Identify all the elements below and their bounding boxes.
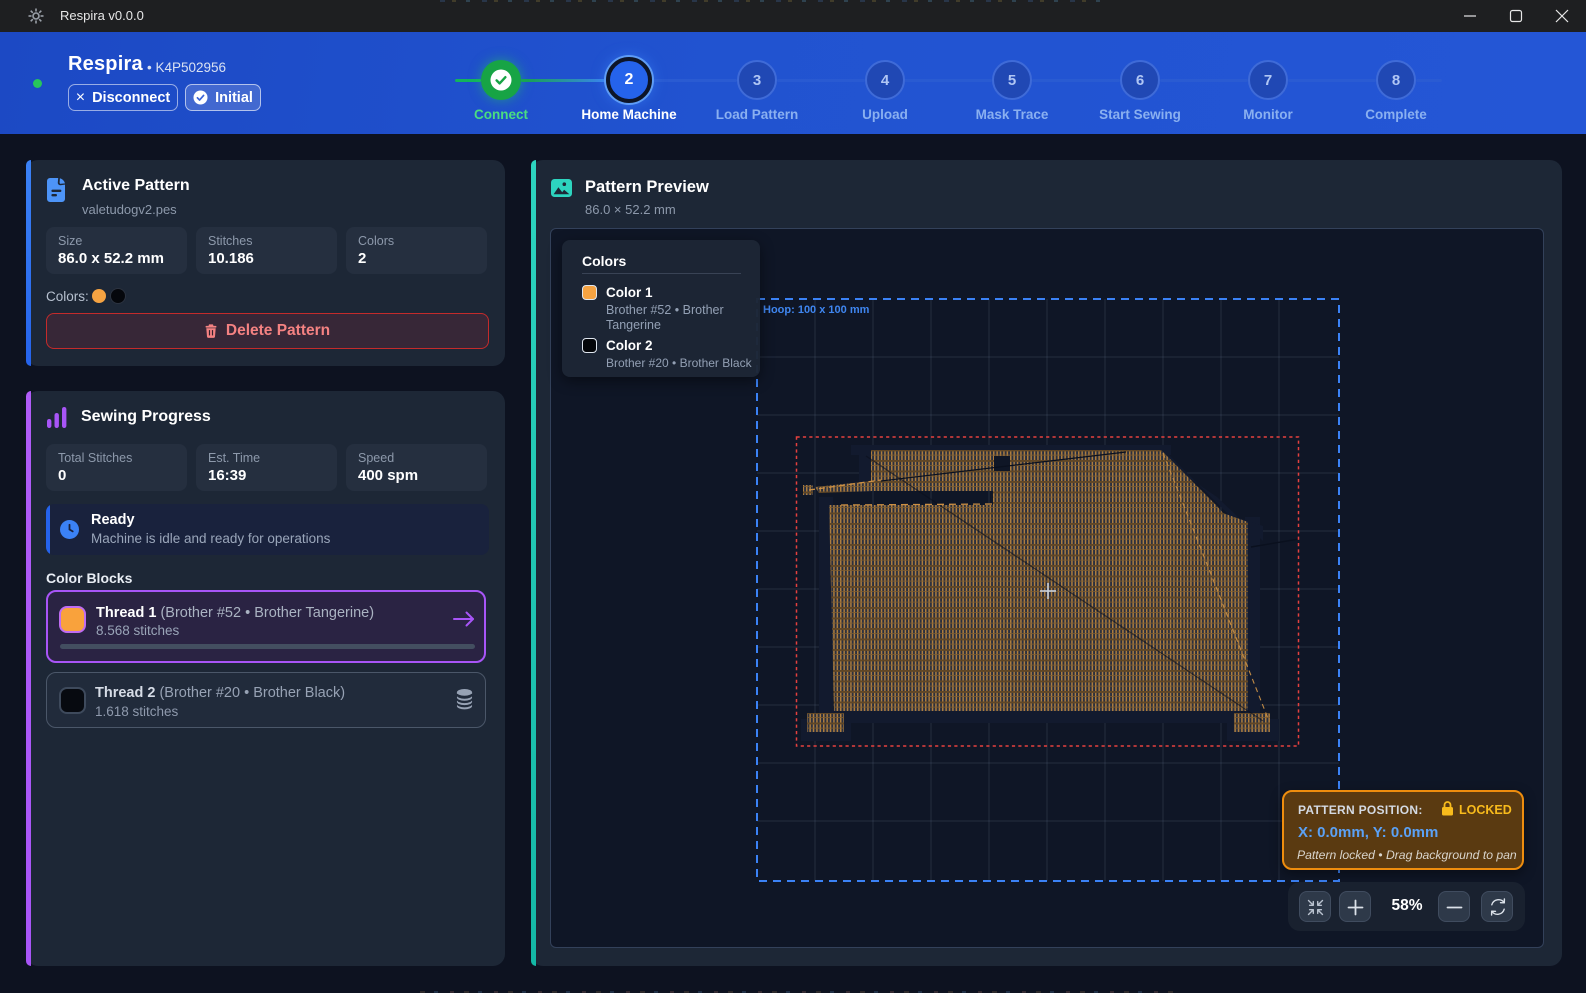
svg-text:Hoop: 100 x 100 mm: Hoop: 100 x 100 mm bbox=[763, 304, 870, 316]
